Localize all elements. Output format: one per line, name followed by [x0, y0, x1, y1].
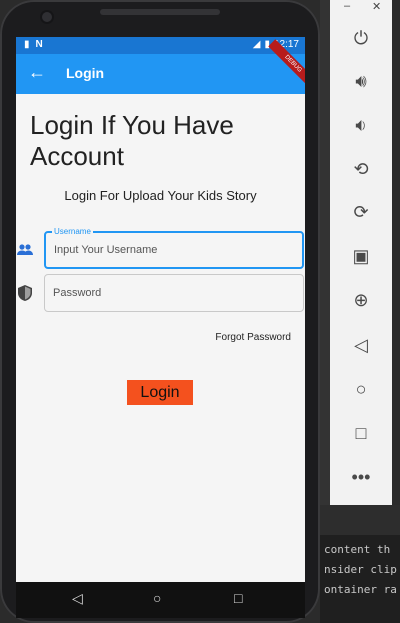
username-input[interactable]	[46, 233, 302, 267]
signal-icon: ◢	[252, 39, 261, 50]
system-nav-bar: ◁ ○ □	[16, 582, 305, 618]
overview-icon[interactable]: □	[330, 418, 392, 448]
earpiece-speaker	[100, 9, 220, 15]
page-headline: Login If You Have Account	[30, 110, 234, 171]
sd-card-icon: ▮	[24, 39, 30, 50]
front-camera	[42, 12, 52, 22]
code-editor-fragment: content th nsider clip ontainer ra	[320, 505, 400, 623]
shield-icon	[16, 285, 34, 304]
code-line: content th	[324, 543, 391, 556]
emulator-toolbar: – ✕ ⏻ 🔊︎ 🔉︎ ⟲ ⟳ ▣ ⊕ ◁ ○ □ •••	[330, 0, 392, 505]
camera-icon[interactable]: ▣	[330, 241, 392, 271]
app-bar-title: Login	[66, 65, 105, 81]
forgot-password-link[interactable]: Forgot Password	[215, 332, 291, 343]
app-bar: ← Login DEBUG	[16, 39, 305, 94]
rotate-left-icon[interactable]: ⟲	[330, 154, 392, 184]
rotate-right-icon[interactable]: ⟳	[330, 197, 392, 227]
password-field[interactable]	[44, 274, 304, 312]
home-icon[interactable]: ○	[330, 374, 392, 404]
code-line: ontainer ra	[324, 583, 397, 596]
editor-tab-bar	[320, 505, 400, 535]
back-icon[interactable]: ◁	[330, 330, 392, 360]
close-icon[interactable]: ✕	[372, 0, 381, 13]
password-input[interactable]	[45, 275, 303, 311]
nav-overview-icon[interactable]: □	[234, 590, 242, 606]
login-button[interactable]: Login	[127, 380, 193, 405]
people-icon	[16, 244, 34, 259]
status-bar: ▮ N ◢ ▮ 12:17	[16, 37, 305, 54]
code-line: nsider clip	[324, 563, 397, 576]
power-icon[interactable]: ⏻	[330, 23, 392, 53]
username-field[interactable]: Username	[44, 227, 304, 269]
back-arrow-icon[interactable]: ←	[28, 62, 46, 83]
zoom-icon[interactable]: ⊕	[330, 285, 392, 315]
volume-up-icon[interactable]: 🔊︎	[330, 66, 392, 96]
volume-down-icon[interactable]: 🔉︎	[330, 110, 392, 140]
more-icon[interactable]: •••	[330, 462, 392, 492]
minimize-icon[interactable]: –	[344, 0, 350, 12]
page-subtitle: Login For Upload Your Kids Story	[64, 188, 257, 203]
n-notification-icon: N	[35, 39, 43, 50]
nav-home-icon[interactable]: ○	[153, 590, 161, 606]
phone-screen: ▮ N ◢ ▮ 12:17 ← Login DEBUG Login If You…	[16, 37, 305, 582]
nav-back-icon[interactable]: ◁	[72, 590, 83, 607]
